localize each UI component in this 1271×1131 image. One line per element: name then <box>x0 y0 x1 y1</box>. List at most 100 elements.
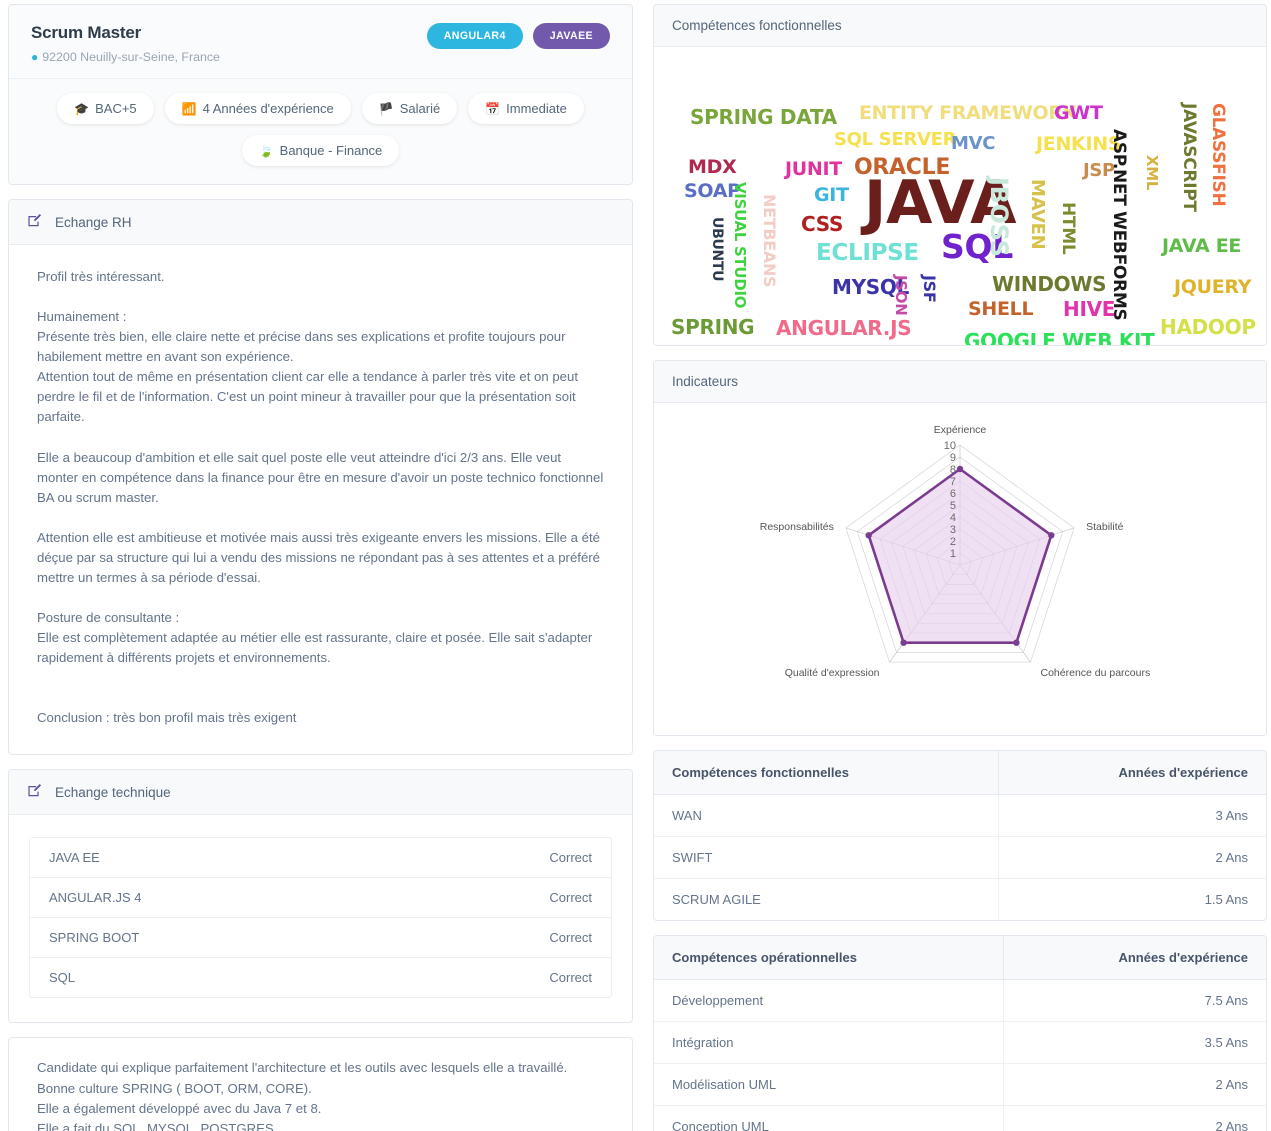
tag-badges: ANGULAR4 JAVAEE <box>426 23 610 49</box>
cell-years: 2 Ans <box>1003 1105 1266 1131</box>
profile-attributes: 🎓 BAC+5 📶 4 Années d'expérience 🏴 Salarié 📅 Imm… <box>9 79 632 184</box>
technique-skill-result: Correct <box>549 850 592 866</box>
svg-text:Responsabilités: Responsabilités <box>760 521 834 533</box>
cell-years: 2 Ans <box>997 836 1266 879</box>
table-row: Conception UML 2 Ans <box>654 1105 1266 1131</box>
echange-technique-notes: Candidate qui explique parfaitement l'ar… <box>37 1060 568 1131</box>
attribute-chip-label: Banque - Finance <box>279 143 383 158</box>
cell-skill: WAN <box>654 794 999 837</box>
cell-skill: Développement <box>654 979 1004 1022</box>
word-cloud-term: SPRING DATA <box>690 105 837 129</box>
edit-square-icon[interactable] <box>27 213 42 231</box>
word-cloud-term: GIT <box>814 184 849 206</box>
table-header-row: Compétences fonctionnelles Années d'expé… <box>654 751 1266 795</box>
attribute-chip-flag[interactable]: 🏴 Salarié <box>361 93 458 124</box>
attribute-chip-graduation-cap[interactable]: 🎓 BAC+5 <box>57 93 154 124</box>
profile-page: Scrum Master ● 92200 Neuilly-sur-Seine, … <box>0 0 1271 1131</box>
tag-badge-0[interactable]: ANGULAR4 <box>426 23 523 49</box>
word-cloud-term: ECLIPSE <box>816 240 919 266</box>
calendar-icon: 📅 <box>485 101 501 116</box>
location-text: 92200 Neuilly-sur-Seine, France <box>42 50 220 64</box>
technique-skill-row: JAVA EE Correct <box>30 838 611 879</box>
svg-text:9: 9 <box>950 452 956 464</box>
svg-text:3: 3 <box>950 524 956 536</box>
technique-skill-result: Correct <box>549 970 592 986</box>
skills-word-cloud: SPRING DATA ENTITY FRAMEWORK SQL SERVER GWT… <box>654 47 1266 345</box>
svg-text:Cohérence du parcours: Cohérence du parcours <box>1041 667 1151 679</box>
svg-text:2: 2 <box>950 536 956 548</box>
table-operationnelles: Compétences opérationnelles Années d'exp… <box>654 936 1266 1131</box>
attribute-chip-label: Immediate <box>506 101 567 116</box>
svg-text:10: 10 <box>944 440 956 452</box>
indicateurs-card: Indicateurs 1 2 3 4 5 6 7 8 9 10 Expérience Stabili… <box>653 360 1267 736</box>
word-cloud-term: ENTITY FRAMEWORK <box>859 102 1078 124</box>
word-cloud-term: GLASSFISH <box>1208 103 1228 207</box>
svg-text:6: 6 <box>950 488 956 500</box>
word-cloud-term: JQUERY <box>1174 276 1252 298</box>
cell-skill: SCRUM AGILE <box>672 892 761 907</box>
word-cloud-term: HIVE <box>1063 297 1116 321</box>
table-fonctionnelles-card: Compétences fonctionnelles Années d'expé… <box>653 750 1267 921</box>
leaf-icon: 🍃 <box>258 143 274 158</box>
echange-rh-card: Echange RH Profil très intéressant. Huma… <box>8 199 633 756</box>
word-cloud-term: JUNIT <box>785 158 842 180</box>
tag-badge-1[interactable]: JAVAEE <box>532 23 610 49</box>
svg-text:Qualité d'expression: Qualité d'expression <box>785 667 880 679</box>
svg-text:4: 4 <box>950 512 956 524</box>
profile-header-card: Scrum Master ● 92200 Neuilly-sur-Seine, … <box>8 4 633 185</box>
word-cloud-term: MDX <box>688 156 737 178</box>
word-cloud-term: SHELL <box>968 298 1034 320</box>
cell-years: 1.5 Ans <box>997 878 1266 920</box>
word-cloud-term: ANGULAR.JS <box>776 316 912 340</box>
word-cloud-term: XML <box>1143 155 1161 191</box>
bar-chart-icon: 📶 <box>181 101 197 116</box>
edit-square-icon[interactable] <box>27 783 42 801</box>
table-operationnelles-card: Compétences opérationnelles Années d'exp… <box>653 935 1267 1131</box>
flag-icon: 🏴 <box>378 101 394 116</box>
location-line: ● 92200 Neuilly-sur-Seine, France <box>31 50 610 64</box>
table-row: Modélisation UML 2 Ans <box>654 1063 1266 1106</box>
word-cloud-term: JBOSS <box>985 177 1013 257</box>
attribute-chip-row-2: 🍃 Banque - Finance <box>27 135 614 166</box>
echange-technique-card: Echange technique JAVA EE Correct ANGULAR.… <box>8 769 633 1024</box>
attribute-chip-bar-chart[interactable]: 📶 4 Années d'expérience <box>164 93 351 124</box>
word-cloud-term: MVC <box>951 133 996 154</box>
table-row: Développement 7.5 Ans <box>654 979 1266 1022</box>
word-cloud-term: HADOOP <box>1160 315 1256 339</box>
word-cloud-term: HTML <box>1058 202 1078 255</box>
technique-skill-row: SPRING BOOT Correct <box>30 918 611 959</box>
word-cloud-term: JSF <box>920 275 939 303</box>
cell-skill: Intégration <box>654 1021 1004 1064</box>
cell-years: 3.5 Ans <box>1003 1021 1266 1064</box>
word-cloud-term: JSON <box>892 275 910 316</box>
technique-skill-name: SPRING BOOT <box>49 930 140 946</box>
attribute-chip-leaf[interactable]: 🍃 Banque - Finance <box>241 135 400 166</box>
word-cloud-term: MAVEN <box>1027 179 1048 250</box>
word-cloud-term: GOOGLE WEB KIT <box>964 329 1155 345</box>
svg-text:1: 1 <box>950 548 956 560</box>
echange-rh-header: Echange RH <box>9 200 632 245</box>
cell-years: 7.5 Ans <box>1003 979 1266 1022</box>
profile-header: Scrum Master ● 92200 Neuilly-sur-Seine, … <box>9 5 632 79</box>
table-row: SWIFT 2 Ans <box>654 836 1266 879</box>
table-row: WAN 3 Ans <box>654 794 1266 837</box>
indicateurs-title: Indicateurs <box>672 374 739 389</box>
attribute-chip-row-1: 🎓 BAC+5 📶 4 Années d'expérience 🏴 Salarié 📅 Imm… <box>27 93 614 124</box>
col-skill: Compétences opérationnelles <box>654 936 1004 980</box>
attribute-chip-label: 4 Années d'expérience <box>202 101 334 116</box>
attribute-chip-label: Salarié <box>399 101 441 116</box>
word-cloud-header: Compétences fonctionnelles <box>654 5 1266 47</box>
word-cloud-term: SPRING <box>671 315 755 339</box>
word-cloud-term: CSS <box>801 212 844 236</box>
table-fonctionnelles: Compétences fonctionnelles Années d'expé… <box>654 751 1266 920</box>
col-skill: Compétences fonctionnelles <box>654 751 999 795</box>
cell-years: 3 Ans <box>997 794 1266 837</box>
technique-skill-name: SQL <box>49 970 76 986</box>
echange-rh-title: Echange RH <box>55 214 132 230</box>
echange-technique-body: JAVA EE Correct ANGULAR.JS 4 Correct SPRING … <box>9 815 632 1022</box>
technique-skill-list: JAVA EE Correct ANGULAR.JS 4 Correct SPRING … <box>29 837 612 999</box>
cell-skill: Conception UML <box>672 1119 769 1131</box>
table-row: Intégration 3.5 Ans <box>654 1021 1266 1064</box>
word-cloud-term: ASP.NET WEBFORMS <box>1109 129 1129 321</box>
attribute-chip-calendar[interactable]: 📅 Immediate <box>468 93 584 124</box>
